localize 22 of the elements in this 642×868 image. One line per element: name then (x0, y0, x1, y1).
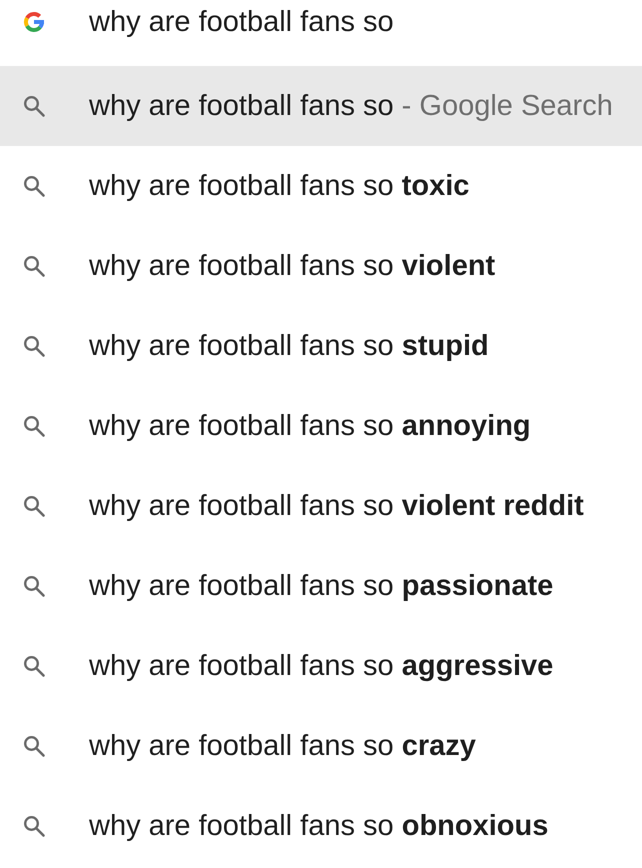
search-icon (22, 174, 46, 198)
suggestion-item[interactable]: why are football fans so obnoxious (0, 786, 642, 866)
suggestion-item[interactable]: why are football fans so crazy (0, 706, 642, 786)
search-icon (22, 734, 46, 758)
search-icon (22, 94, 46, 118)
suggestion-item[interactable]: why are football fans so violent (0, 226, 642, 306)
search-icon (22, 654, 46, 678)
suggestion-item[interactable]: why are football fans so passionate (0, 546, 642, 626)
search-icon (22, 814, 46, 838)
g-logo-icon (22, 10, 46, 34)
search-icon (22, 334, 46, 358)
suggestion-item[interactable]: why are football fans so violent reddit (0, 466, 642, 546)
suggestion-item[interactable]: why are football fans so toxic (0, 146, 642, 226)
search-icon (22, 414, 46, 438)
suggestion-item[interactable]: why are football fans so aggressive (0, 626, 642, 706)
search-field[interactable]: why are football fans so (89, 4, 642, 40)
search-icon (22, 494, 46, 518)
search-icon (22, 254, 46, 278)
suggestion-item[interactable]: why are football fans so - Google Search (0, 66, 642, 146)
suggestion-item[interactable]: why are football fans so annoying (0, 386, 642, 466)
search-icon (22, 574, 46, 598)
suggestion-item[interactable]: why are football fans so stupid (0, 306, 642, 386)
